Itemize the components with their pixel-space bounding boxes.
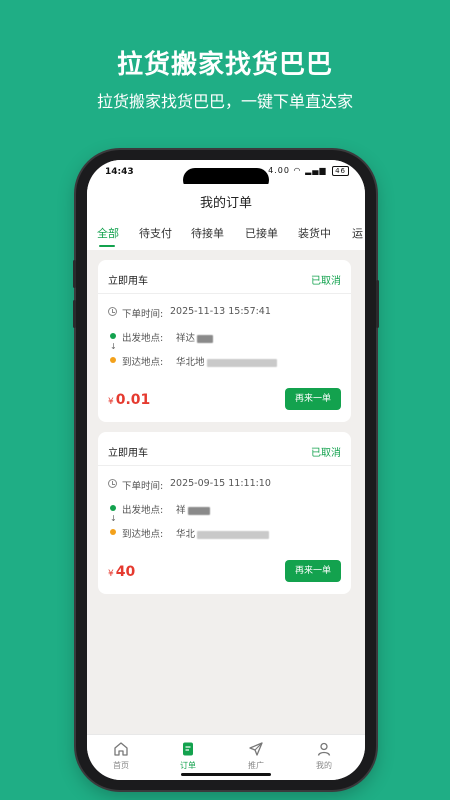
order-type: 立即用车: [108, 448, 148, 459]
destination-address: 华北地: [176, 354, 277, 368]
phone-screen: 14:43 4.00 ◠ ▂▄▆ 46 我的订单 全部 待支付 待接单 已接单 …: [87, 160, 365, 780]
origin-address: 祥: [176, 502, 210, 516]
nav-orders-label: 订单: [180, 761, 196, 770]
destination-dot-icon: [110, 357, 116, 363]
promo-subtitle: 拉货搬家找货巴巴，一键下单直达家: [96, 92, 353, 111]
price-value: 40: [115, 564, 136, 580]
order-price: ¥40: [108, 564, 135, 580]
tab-all[interactable]: 全部: [97, 225, 119, 241]
origin-dot-icon: [110, 505, 116, 511]
tab-pending-accept[interactable]: 待接单: [191, 225, 224, 241]
clock-icon: [108, 307, 117, 316]
order-card[interactable]: 立即用车 已取消 下单时间: 2025-09-15 11:11:10 出发地点:…: [98, 432, 351, 594]
nav-profile-label: 我的: [316, 761, 332, 770]
active-tab-indicator: [99, 245, 115, 247]
volume-up-button: [73, 260, 76, 288]
phone-frame: 14:43 4.00 ◠ ▂▄▆ 46 我的订单 全部 待支付 待接单 已接单 …: [73, 150, 379, 790]
power-button: [376, 280, 379, 328]
tab-accepted[interactable]: 已接单: [245, 225, 278, 241]
currency-symbol: ¥: [108, 569, 114, 579]
home-indicator: [181, 773, 271, 776]
user-icon: [317, 742, 331, 756]
order-card-header: 立即用车 已取消: [98, 432, 351, 466]
battery-icon: 46: [332, 166, 349, 176]
tab-loading[interactable]: 装货中: [298, 225, 331, 241]
tab-pending-payment[interactable]: 待支付: [139, 225, 172, 241]
order-time-label: 下单时间:: [122, 481, 164, 492]
currency-symbol: ¥: [108, 397, 114, 407]
origin-label: 出发地点:: [122, 333, 164, 344]
order-time-label: 下单时间:: [122, 309, 164, 320]
nav-home-label: 首页: [113, 761, 129, 770]
order-time: 2025-11-13 15:57:41: [170, 306, 271, 317]
order-type: 立即用车: [108, 276, 148, 287]
home-icon: [114, 742, 128, 756]
origin-dot-icon: [110, 333, 116, 339]
order-icon: [183, 742, 193, 756]
tab-transporting[interactable]: 运: [352, 225, 363, 241]
nav-home[interactable]: 首页: [101, 741, 141, 771]
order-price: ¥0.01: [108, 392, 150, 408]
destination-dot-icon: [110, 529, 116, 535]
destination-address: 华北: [176, 526, 270, 540]
clock-icon: [108, 479, 117, 488]
price-value: 0.01: [115, 392, 151, 408]
nav-orders[interactable]: 订单: [168, 741, 208, 771]
nav-profile[interactable]: 我的: [304, 741, 344, 771]
arrow-down-icon: ↓: [110, 342, 117, 351]
page-title: 我的订单: [87, 184, 365, 211]
reorder-button[interactable]: 再来一单: [285, 560, 341, 582]
arrow-down-icon: ↓: [110, 514, 117, 523]
order-tabs: 全部 待支付 待接单 已接单 装货中 运: [87, 210, 365, 250]
reorder-button[interactable]: 再来一单: [285, 388, 341, 410]
wifi-icon: ◠: [293, 166, 302, 175]
signal-icon: ▂▄▆: [305, 166, 327, 175]
status-icons: 4.00 ◠ ▂▄▆ 46: [268, 166, 349, 176]
order-status: 已取消: [311, 448, 341, 459]
order-time: 2025-09-15 11:11:10: [170, 478, 271, 489]
network-speed: 4.00: [268, 166, 290, 175]
origin-address: 祥达: [176, 330, 214, 344]
status-time: 14:43: [105, 167, 134, 177]
bottom-nav: 首页 订单 推广 我的: [87, 734, 365, 780]
order-card-header: 立即用车 已取消: [98, 260, 351, 294]
nav-promote[interactable]: 推广: [236, 741, 276, 771]
nav-promote-label: 推广: [248, 761, 264, 770]
destination-label: 到达地点:: [122, 357, 164, 368]
volume-down-button: [73, 300, 76, 328]
origin-label: 出发地点:: [122, 505, 164, 516]
destination-label: 到达地点:: [122, 529, 164, 540]
order-status: 已取消: [311, 276, 341, 287]
order-card[interactable]: 立即用车 已取消 下单时间: 2025-11-13 15:57:41 出发地点:…: [98, 260, 351, 422]
paper-plane-icon: [249, 742, 263, 756]
promo-title: 拉货搬家找货巴巴: [116, 50, 333, 80]
